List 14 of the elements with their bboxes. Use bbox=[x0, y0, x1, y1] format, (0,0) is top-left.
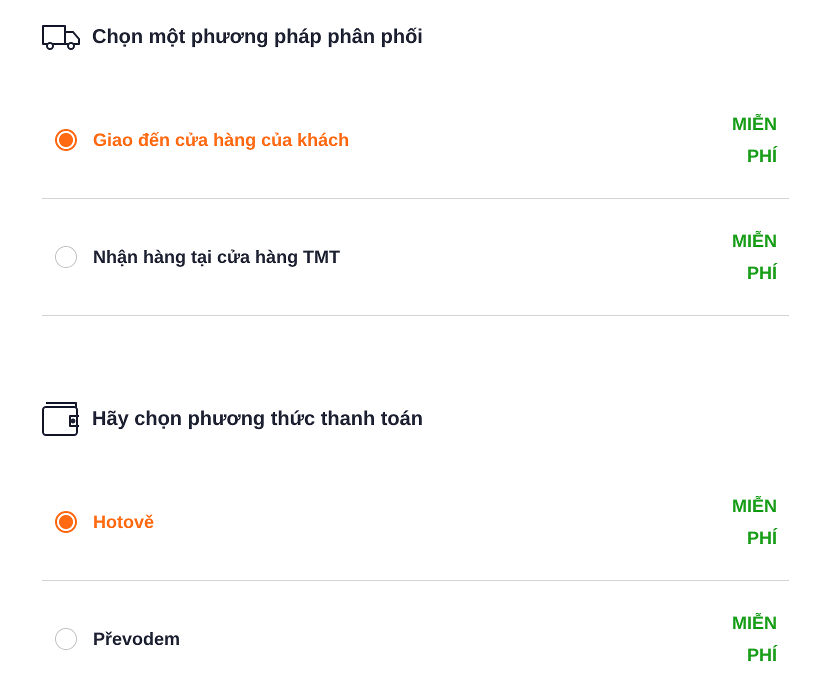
price-label: MIỄN PHÍ bbox=[731, 112, 777, 168]
radio-button[interactable] bbox=[55, 129, 77, 151]
price-label: MIỄN PHÍ bbox=[731, 612, 777, 667]
radio-button[interactable] bbox=[55, 511, 77, 533]
price-label: MIỄN PHÍ bbox=[731, 494, 777, 550]
radio-button[interactable] bbox=[55, 246, 77, 268]
price-label: MIỄN PHÍ bbox=[731, 230, 777, 285]
option-label[interactable]: Nhận hàng tại cửa hàng TMT bbox=[93, 244, 340, 270]
truck-icon bbox=[42, 23, 80, 51]
wallet-icon bbox=[42, 402, 80, 436]
section-title: Chọn một phương pháp phân phối bbox=[92, 25, 423, 50]
radio-button[interactable] bbox=[55, 628, 77, 650]
option-label[interactable]: Převodem bbox=[93, 626, 180, 652]
section-title: Hãy chọn phương thức thanh toán bbox=[92, 407, 423, 432]
